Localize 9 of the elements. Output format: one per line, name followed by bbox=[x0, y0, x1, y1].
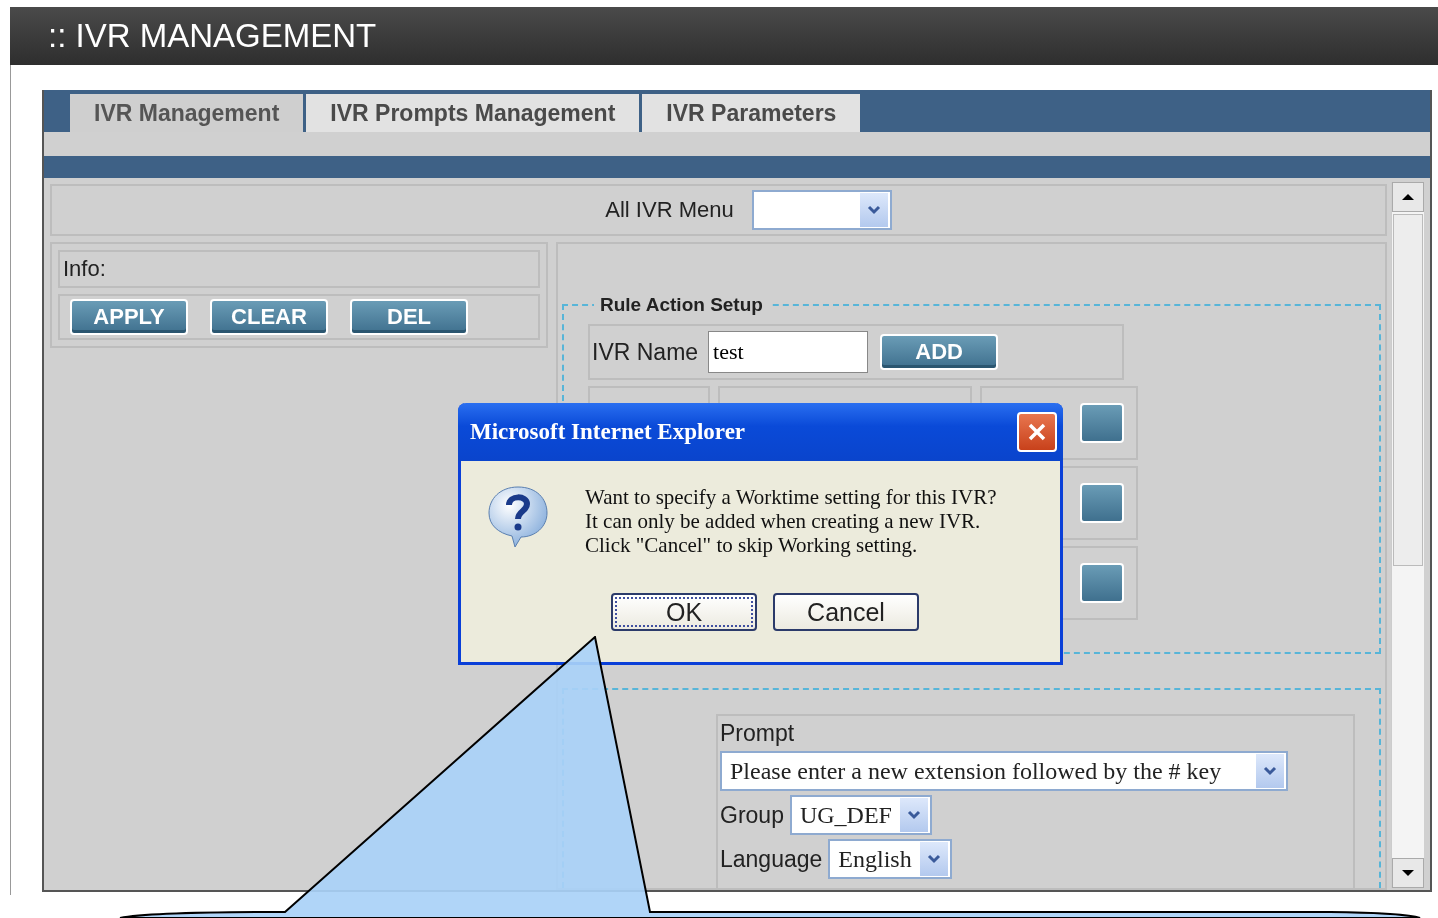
field-label: Language bbox=[720, 845, 823, 873]
dialog-message: Want to specify a Worktime setting for this IVR? It can only be added when creating a new IVR. Click "Cancel" to skip Working setting. bbox=[585, 484, 997, 557]
page-title: :: IVR MANAGEMENT bbox=[48, 17, 377, 55]
field-label: IVR Name bbox=[592, 338, 699, 366]
dialog-title: Microsoft Internet Explorer bbox=[470, 419, 746, 445]
field-label: Prompt bbox=[720, 720, 796, 747]
info-label: Info: bbox=[63, 256, 106, 282]
field-label: Group bbox=[720, 801, 784, 829]
field-label: All IVR Menu bbox=[605, 197, 734, 223]
